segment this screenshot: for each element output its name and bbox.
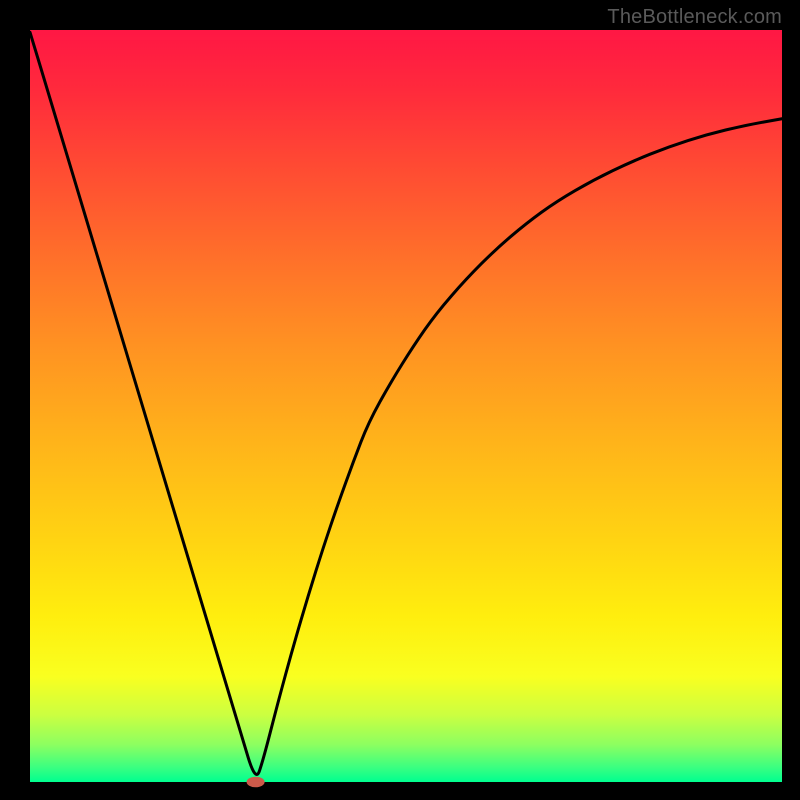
- minimum-marker: [247, 777, 265, 788]
- watermark-text: TheBottleneck.com: [607, 6, 782, 29]
- bottleneck-chart: [0, 0, 800, 800]
- chart-container: { "watermark": "TheBottleneck.com", "lay…: [0, 0, 800, 800]
